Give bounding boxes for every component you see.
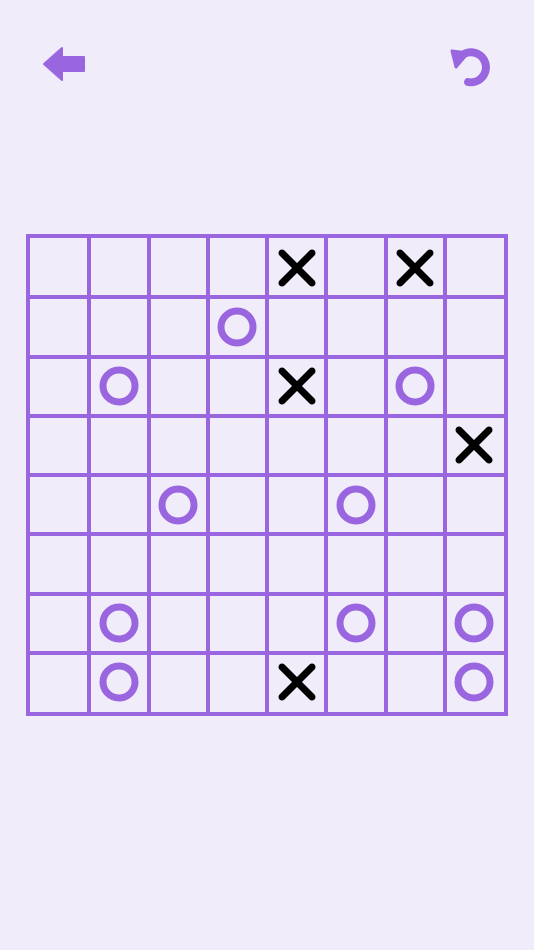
board-cell[interactable]	[208, 534, 267, 593]
o-mark-icon	[395, 366, 435, 406]
board-cell[interactable]	[89, 297, 148, 356]
undo-icon	[450, 48, 490, 87]
x-mark-icon	[396, 249, 434, 287]
o-mark-icon	[454, 603, 494, 643]
board-cell[interactable]	[89, 475, 148, 534]
board-cell[interactable]	[149, 297, 208, 356]
o-mark-icon	[158, 485, 198, 525]
board-cell[interactable]	[267, 357, 326, 416]
board-cell[interactable]	[445, 416, 504, 475]
board-cell[interactable]	[30, 653, 89, 712]
board-cell[interactable]	[208, 594, 267, 653]
o-mark-icon	[336, 485, 376, 525]
o-mark-icon	[217, 307, 257, 347]
board-cell[interactable]	[89, 238, 148, 297]
board-cell[interactable]	[326, 534, 385, 593]
board-cell[interactable]	[445, 534, 504, 593]
board-cell[interactable]	[30, 238, 89, 297]
board-cell[interactable]	[386, 238, 445, 297]
x-mark-icon	[278, 367, 316, 405]
board-cell[interactable]	[149, 357, 208, 416]
x-mark-icon	[278, 663, 316, 701]
board-cell[interactable]	[89, 653, 148, 712]
board-cell[interactable]	[445, 594, 504, 653]
board-cell[interactable]	[208, 357, 267, 416]
board-cell[interactable]	[267, 238, 326, 297]
game-board	[26, 234, 508, 716]
board-cell[interactable]	[30, 357, 89, 416]
board-cell[interactable]	[267, 653, 326, 712]
board-cell[interactable]	[267, 475, 326, 534]
board-cell[interactable]	[386, 534, 445, 593]
board-cell[interactable]	[445, 297, 504, 356]
board-cell[interactable]	[149, 416, 208, 475]
board-cell[interactable]	[326, 653, 385, 712]
x-mark-icon	[278, 249, 316, 287]
board-cell[interactable]	[208, 475, 267, 534]
board-cell[interactable]	[326, 416, 385, 475]
board-cell[interactable]	[326, 297, 385, 356]
board-cell[interactable]	[386, 357, 445, 416]
board-cell[interactable]	[149, 534, 208, 593]
o-mark-icon	[336, 603, 376, 643]
board-cell[interactable]	[30, 534, 89, 593]
board-cell[interactable]	[267, 594, 326, 653]
board-cell[interactable]	[89, 594, 148, 653]
board-cell[interactable]	[386, 475, 445, 534]
board-cell[interactable]	[386, 594, 445, 653]
board-cell[interactable]	[326, 594, 385, 653]
board-cell[interactable]	[445, 238, 504, 297]
board-cell[interactable]	[267, 416, 326, 475]
board-cell[interactable]	[445, 653, 504, 712]
arrow-left-icon	[43, 47, 85, 81]
o-mark-icon	[99, 366, 139, 406]
board-cell[interactable]	[267, 534, 326, 593]
board-cell[interactable]	[89, 416, 148, 475]
board-cell[interactable]	[89, 534, 148, 593]
back-button[interactable]	[36, 36, 92, 92]
board-cell[interactable]	[208, 238, 267, 297]
board-cell[interactable]	[208, 297, 267, 356]
board-cell[interactable]	[326, 357, 385, 416]
o-mark-icon	[99, 603, 139, 643]
board-cell[interactable]	[89, 357, 148, 416]
board-cell[interactable]	[326, 238, 385, 297]
board-cell[interactable]	[149, 653, 208, 712]
board-cell[interactable]	[30, 594, 89, 653]
board-cell[interactable]	[30, 297, 89, 356]
board-cell[interactable]	[208, 653, 267, 712]
board-cell[interactable]	[386, 416, 445, 475]
board-cell[interactable]	[149, 238, 208, 297]
board-cell[interactable]	[445, 357, 504, 416]
undo-button[interactable]	[443, 38, 499, 94]
x-mark-icon	[455, 426, 493, 464]
board-cell[interactable]	[386, 297, 445, 356]
board-cell[interactable]	[267, 297, 326, 356]
board-cell[interactable]	[149, 594, 208, 653]
board-cell[interactable]	[445, 475, 504, 534]
board-cell[interactable]	[149, 475, 208, 534]
board-cell[interactable]	[30, 475, 89, 534]
board-cell[interactable]	[386, 653, 445, 712]
o-mark-icon	[99, 662, 139, 702]
board-cell[interactable]	[30, 416, 89, 475]
o-mark-icon	[454, 662, 494, 702]
board-cell[interactable]	[208, 416, 267, 475]
board-cell[interactable]	[326, 475, 385, 534]
